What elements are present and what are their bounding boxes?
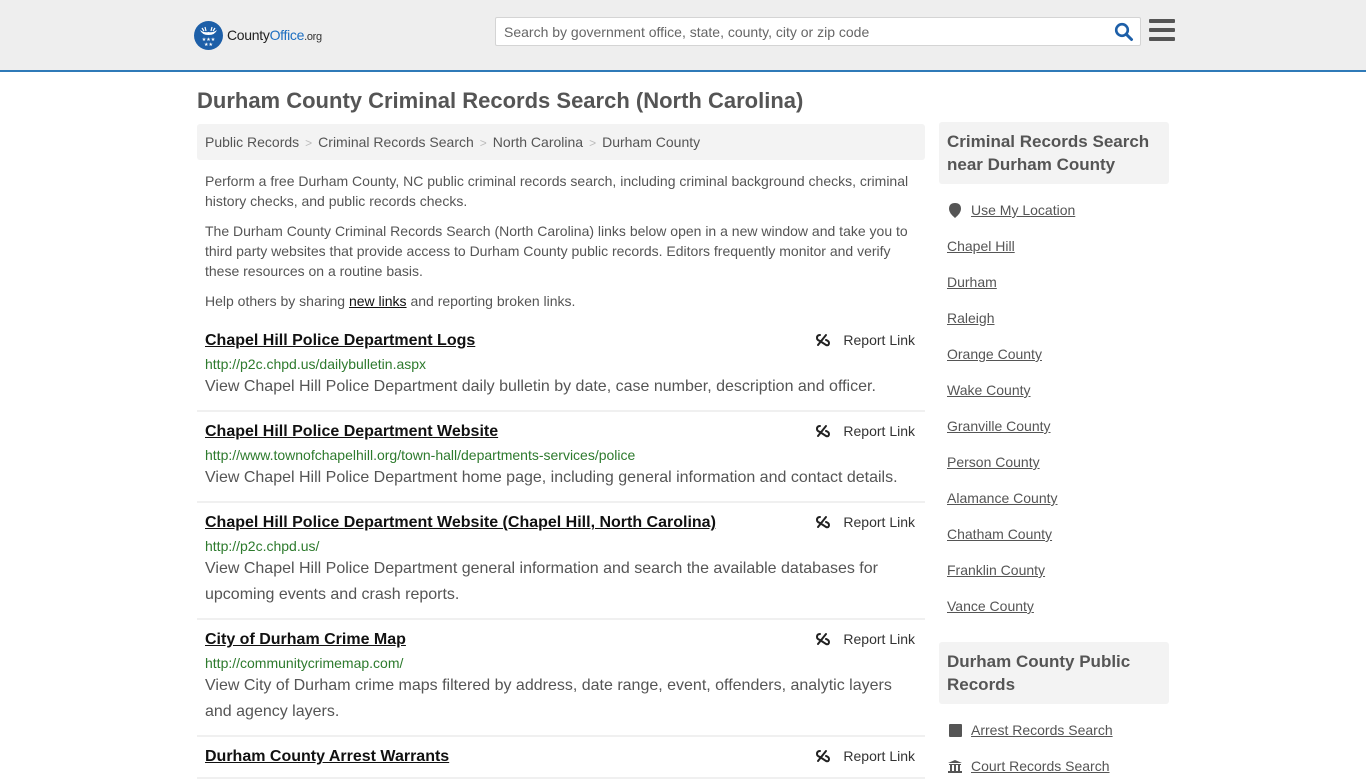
public-records-list: Arrest Records Search Court Records Sear… xyxy=(939,704,1169,784)
report-link-button[interactable]: Report Link xyxy=(815,332,915,348)
nearby-link[interactable]: Granville County xyxy=(947,418,1051,434)
nearby-link[interactable]: Chatham County xyxy=(947,526,1052,542)
courthouse-icon xyxy=(947,759,963,773)
intro-paragraph-1: Perform a free Durham County, NC public … xyxy=(205,173,909,209)
court-records-link[interactable]: Court Records Search xyxy=(971,758,1110,774)
nearby-link[interactable]: Alamance County xyxy=(947,490,1058,506)
nearby-link[interactable]: Durham xyxy=(947,274,997,290)
new-links-link[interactable]: new links xyxy=(349,293,407,309)
result-url: http://p2c.chpd.us/dailybulletin.aspx xyxy=(205,356,427,372)
broken-link-icon xyxy=(816,334,831,347)
sidebar-item-franklin-county: Franklin County xyxy=(947,552,1161,588)
sidebar-item-vance-county: Vance County xyxy=(947,588,1161,624)
sidebar-item-chatham-county: Chatham County xyxy=(947,516,1161,552)
square-icon xyxy=(947,723,963,737)
search-input[interactable] xyxy=(496,18,1106,45)
eagle-logo-icon: ★★★ ★★ xyxy=(194,20,223,50)
result-url: http://p2c.chpd.us/ xyxy=(205,538,320,554)
result-title-link[interactable]: Chapel Hill Police Department Website xyxy=(205,422,498,442)
breadcrumb: Public Records > Criminal Records Search > N… xyxy=(197,124,925,160)
site-header: ★★★ ★★ CountyOffice.org xyxy=(0,0,1366,72)
logo-text: CountyOffice.org xyxy=(227,27,322,43)
breadcrumb-separator: > xyxy=(479,136,487,150)
report-link-button[interactable]: Report Link xyxy=(815,514,915,530)
sidebar-item-orange-county: Orange County xyxy=(947,336,1161,372)
nearby-list: Use My Location Chapel Hill Durham Ralei… xyxy=(939,184,1169,624)
breadcrumb-north-carolina[interactable]: North Carolina xyxy=(493,134,583,150)
sidebar-item-raleigh: Raleigh xyxy=(947,300,1161,336)
sidebar-item-durham: Durham xyxy=(947,264,1161,300)
result-item: Chapel Hill Police Department Logs http:… xyxy=(197,328,925,412)
report-link-button[interactable]: Report Link xyxy=(815,423,915,439)
result-description: View City of Durham crime maps filtered … xyxy=(205,677,892,720)
nearby-link[interactable]: Franklin County xyxy=(947,562,1045,578)
broken-link-icon xyxy=(816,516,831,529)
result-url: http://www.townofchapelhill.org/town-hal… xyxy=(205,447,636,463)
result-title-link[interactable]: City of Durham Crime Map xyxy=(205,630,406,650)
svg-text:★★: ★★ xyxy=(204,42,213,48)
result-item: Chapel Hill Police Department Website (C… xyxy=(197,503,925,620)
breadcrumb-separator: > xyxy=(305,136,313,150)
sidebar-item-wake-county: Wake County xyxy=(947,372,1161,408)
use-my-location-item: Use My Location xyxy=(947,192,1161,228)
map-marker-icon xyxy=(947,202,963,218)
sidebar-heading-nearby: Criminal Records Search near Durham Coun… xyxy=(939,122,1169,184)
sidebar: Criminal Records Search near Durham Coun… xyxy=(939,122,1169,784)
report-link-button[interactable]: Report Link xyxy=(815,748,915,764)
search-bar xyxy=(495,17,1141,46)
nearby-link[interactable]: Vance County xyxy=(947,598,1034,614)
intro-text: Perform a free Durham County, NC public … xyxy=(205,171,920,321)
breadcrumb-separator: > xyxy=(589,136,597,150)
result-description: View Chapel Hill Police Department daily… xyxy=(205,378,876,395)
broken-link-icon xyxy=(816,750,831,763)
breadcrumb-public-records[interactable]: Public Records xyxy=(205,134,299,150)
result-item: Durham County Arrest Warrants Report Lin… xyxy=(197,737,925,779)
report-link-button[interactable]: Report Link xyxy=(815,631,915,647)
broken-link-icon xyxy=(816,425,831,438)
search-button[interactable] xyxy=(1114,22,1134,42)
result-description: View Chapel Hill Police Department home … xyxy=(205,469,898,486)
result-title-link[interactable]: Durham County Arrest Warrants xyxy=(205,747,449,767)
sidebar-item-arrest-records: Arrest Records Search xyxy=(947,712,1161,748)
intro-paragraph-3: Help others by sharing new links and rep… xyxy=(205,293,576,309)
nearby-link[interactable]: Chapel Hill xyxy=(947,238,1015,254)
nearby-link[interactable]: Wake County xyxy=(947,382,1031,398)
result-url: http://communitycrimemap.com/ xyxy=(205,655,404,671)
arrest-records-link[interactable]: Arrest Records Search xyxy=(971,722,1113,738)
result-item: City of Durham Crime Map http://communit… xyxy=(197,620,925,737)
results-list: Chapel Hill Police Department Logs http:… xyxy=(197,328,925,779)
site-logo[interactable]: ★★★ ★★ CountyOffice.org xyxy=(194,20,322,50)
result-description: View Chapel Hill Police Department gener… xyxy=(205,560,878,603)
sidebar-item-granville-county: Granville County xyxy=(947,408,1161,444)
use-my-location-link[interactable]: Use My Location xyxy=(971,202,1075,218)
nearby-link[interactable]: Person County xyxy=(947,454,1040,470)
sidebar-item-person-county: Person County xyxy=(947,444,1161,480)
sidebar-item-alamance-county: Alamance County xyxy=(947,480,1161,516)
menu-bar-icon xyxy=(1149,19,1175,23)
search-icon xyxy=(1114,22,1133,41)
broken-link-icon xyxy=(816,633,831,646)
page-title: Durham County Criminal Records Search (N… xyxy=(197,88,804,113)
sidebar-item-chapel-hill: Chapel Hill xyxy=(947,228,1161,264)
sidebar-item-court-records: Court Records Search xyxy=(947,748,1161,784)
intro-paragraph-2: The Durham County Criminal Records Searc… xyxy=(205,223,908,279)
result-title-link[interactable]: Chapel Hill Police Department Logs xyxy=(205,331,475,351)
hamburger-menu-button[interactable] xyxy=(1149,19,1175,43)
result-title-link[interactable]: Chapel Hill Police Department Website (C… xyxy=(205,513,716,533)
nearby-link[interactable]: Orange County xyxy=(947,346,1042,362)
menu-bar-icon xyxy=(1149,28,1175,32)
breadcrumb-criminal-records-search[interactable]: Criminal Records Search xyxy=(318,134,474,150)
sidebar-heading-public-records: Durham County Public Records xyxy=(939,642,1169,704)
nearby-link[interactable]: Raleigh xyxy=(947,310,994,326)
menu-bar-icon xyxy=(1149,37,1175,41)
result-item: Chapel Hill Police Department Website ht… xyxy=(197,412,925,503)
breadcrumb-durham-county[interactable]: Durham County xyxy=(602,134,700,150)
